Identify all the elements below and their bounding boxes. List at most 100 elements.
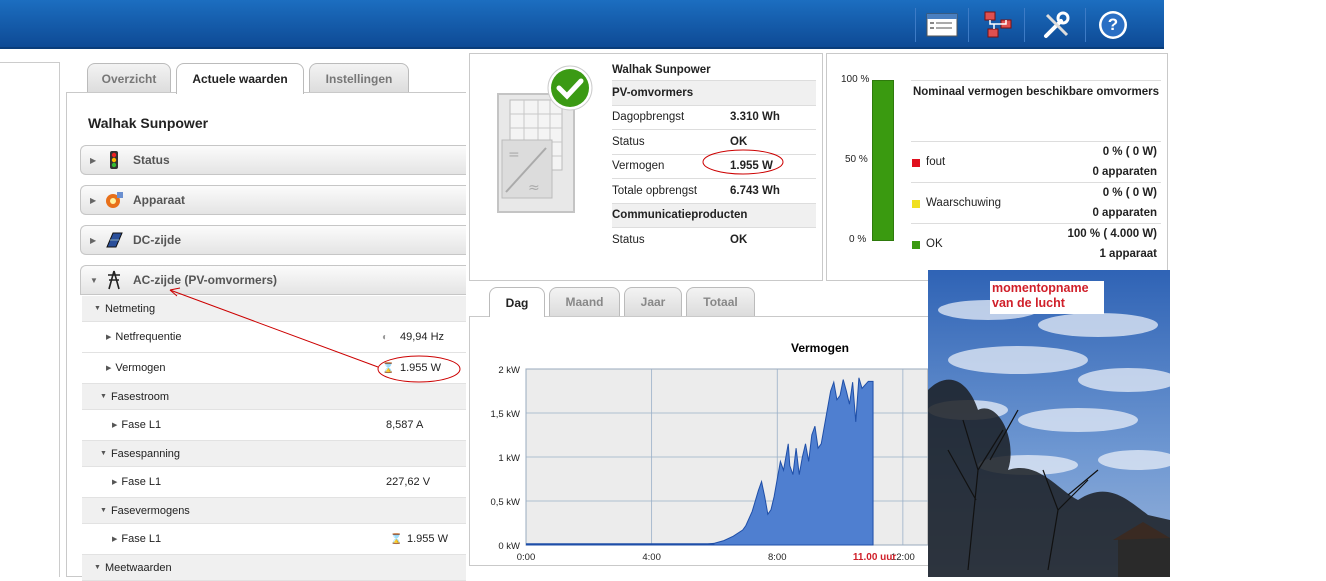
row-ok: OK 100 % ( 4.000 W) 1 apparaat	[911, 223, 1161, 264]
window-icon[interactable]	[925, 10, 959, 40]
chevron-right-icon: ▶	[90, 155, 97, 165]
toolbar-divider	[1024, 8, 1025, 42]
group-netmeting[interactable]: ▼ Netmeting	[82, 296, 466, 322]
row-vermogen[interactable]: ▶ Vermogen ⌛ 1.955 W	[82, 353, 466, 384]
tab-overzicht[interactable]: Overzicht	[87, 63, 171, 93]
row-value: 3.310 Wh	[730, 111, 780, 124]
power-pylon-icon	[105, 270, 123, 290]
sidebar-frame	[0, 62, 60, 577]
row-vermogen: Vermogen 1.955 W	[612, 155, 816, 179]
row-value: OK	[730, 234, 748, 247]
row-label: fout	[926, 156, 946, 168]
ytick-label: 0 %	[849, 234, 867, 245]
solar-panel-icon	[105, 231, 123, 249]
row-label: Fase L1	[121, 476, 162, 488]
chevron-down-icon: ▼	[94, 564, 101, 571]
chevron-down-icon: ▼	[100, 393, 107, 400]
tab-maand[interactable]: Maand	[549, 287, 620, 316]
group-fasespanning[interactable]: ▼ Fasespanning	[82, 441, 466, 467]
traffic-light-icon	[105, 151, 123, 169]
tab-totaal[interactable]: Totaal	[686, 287, 755, 316]
xtick-label: 0:00	[517, 552, 536, 563]
power-chart: Vermogen 0 kW 0,5 kW 1 kW 1,5 kW 2 kW 0:00 4:0…	[490, 341, 929, 563]
row-fasevermogens-l1[interactable]: ▶ Fase L1 ⌛ 1.955 W	[82, 524, 466, 555]
status-swatch	[912, 159, 920, 167]
group-label: Fasevermogens	[110, 504, 190, 517]
device-name: Walhak Sunpower	[612, 60, 816, 81]
chevron-down-icon: ▼	[100, 450, 107, 457]
status-swatch	[912, 241, 920, 249]
hourglass-icon: ⌛	[390, 533, 403, 545]
row-value: 227,62 V	[386, 476, 431, 488]
row-totale-opbrengst: Totale opbrengst 6.743 Wh	[612, 179, 816, 204]
row-value: 6.743 Wh	[730, 184, 780, 197]
chevron-right-icon: ▶	[112, 536, 118, 543]
row-label: Status	[612, 234, 645, 247]
row-count: 0 apparaten	[1092, 207, 1157, 219]
page-title: Walhak Sunpower	[88, 115, 209, 131]
help-icon[interactable]: ?	[1096, 10, 1130, 40]
group-meetwaarden[interactable]: ▼ Meetwaarden	[82, 555, 466, 581]
row-fasestroom-l1[interactable]: ▶ Fase L1 8,587 A	[82, 410, 466, 441]
row-fasespanning-l1[interactable]: ▶ Fase L1 227,62 V	[82, 467, 466, 498]
toolbar-divider	[968, 8, 969, 42]
tab-dag[interactable]: Dag	[489, 287, 545, 317]
accordion-label: Status	[133, 153, 170, 167]
row-value: 1.955 W	[400, 362, 441, 374]
row-label: Netfrequentie	[115, 331, 182, 343]
tab-actuele-waarden[interactable]: Actuele waarden	[176, 63, 304, 94]
svg-text:=: =	[508, 147, 520, 163]
group-label: Fasestroom	[110, 390, 170, 403]
accordion-apparaat[interactable]: ▶ Apparaat	[80, 185, 466, 215]
ytick-label: 2 kW	[498, 365, 520, 376]
chart-title: Vermogen	[791, 341, 849, 355]
row-label: OK	[926, 238, 943, 250]
group-fasestroom[interactable]: ▼ Fasestroom	[82, 384, 466, 410]
row-value: OK	[730, 135, 748, 148]
capacity-title: Nominaal vermogen beschikbare omvormers	[912, 86, 1160, 98]
section-pv-omvormers: PV-omvormers	[612, 81, 816, 106]
row-value: 8,587 A	[386, 419, 424, 431]
group-label: Netmeting	[104, 302, 156, 315]
capacity-bar-track	[872, 80, 894, 241]
group-label: Fasespanning	[110, 447, 181, 460]
network-icon[interactable]	[981, 10, 1015, 40]
xtick-label: 8:00	[768, 552, 787, 563]
row-percent: 100 % ( 4.000 W)	[1067, 228, 1157, 240]
row-netfrequentie[interactable]: ▶ Netfrequentie ◐ 49,94 Hz	[82, 322, 466, 353]
row-waarschuwing: Waarschuwing 0 % ( 0 W) 0 apparaten	[911, 182, 1161, 223]
device-icon	[105, 191, 123, 209]
chevron-right-icon: ▶	[90, 235, 97, 245]
row-label: Fase L1	[121, 419, 162, 431]
group-label: Meetwaarden	[104, 561, 172, 574]
caption-line: momentopname	[992, 281, 1089, 295]
sky-photo	[928, 270, 1170, 577]
chevron-right-icon: ▶	[106, 365, 112, 372]
tab-instellingen[interactable]: Instellingen	[309, 63, 409, 93]
row-value: 1.955 W	[407, 533, 448, 545]
accordion-ac-zijde[interactable]: ▼ AC-zijde (PV-omvormers)	[80, 265, 466, 295]
accordion-status[interactable]: ▶ Status	[80, 145, 466, 175]
ytick-label: 100 %	[841, 74, 870, 85]
ok-check-icon	[546, 64, 594, 115]
row-label: Status	[612, 135, 645, 148]
capacity-card: 100 % 50 % 0 % Nominaal vermogen beschik…	[826, 53, 1168, 281]
chevron-down-icon: ▼	[100, 507, 107, 514]
photo-caption: momentopname van de lucht	[990, 281, 1104, 314]
toolbar-divider	[915, 8, 916, 42]
divider	[911, 80, 1161, 81]
help-glyph: ?	[1107, 15, 1119, 34]
chevron-right-icon: ▶	[112, 422, 118, 429]
row-label: Vermogen	[115, 362, 166, 374]
ytick-label: 0,5 kW	[490, 497, 520, 508]
toolbar-divider	[1085, 8, 1086, 42]
accordion-dc-zijde[interactable]: ▶ DC-zijde	[80, 225, 466, 255]
accordion-label: AC-zijde (PV-omvormers)	[133, 273, 278, 287]
tools-icon[interactable]	[1040, 10, 1074, 40]
tab-jaar[interactable]: Jaar	[624, 287, 682, 316]
group-fasevermogens[interactable]: ▼ Fasevermogens	[82, 498, 466, 524]
accordion-label: DC-zijde	[133, 233, 181, 247]
row-label: Dagopbrengst	[612, 111, 685, 124]
chart-panel: Vermogen 0 kW 0,5 kW 1 kW 1,5 kW 2 kW 0:00 4:0…	[469, 316, 929, 566]
row-comm-status: Status OK	[612, 228, 816, 253]
